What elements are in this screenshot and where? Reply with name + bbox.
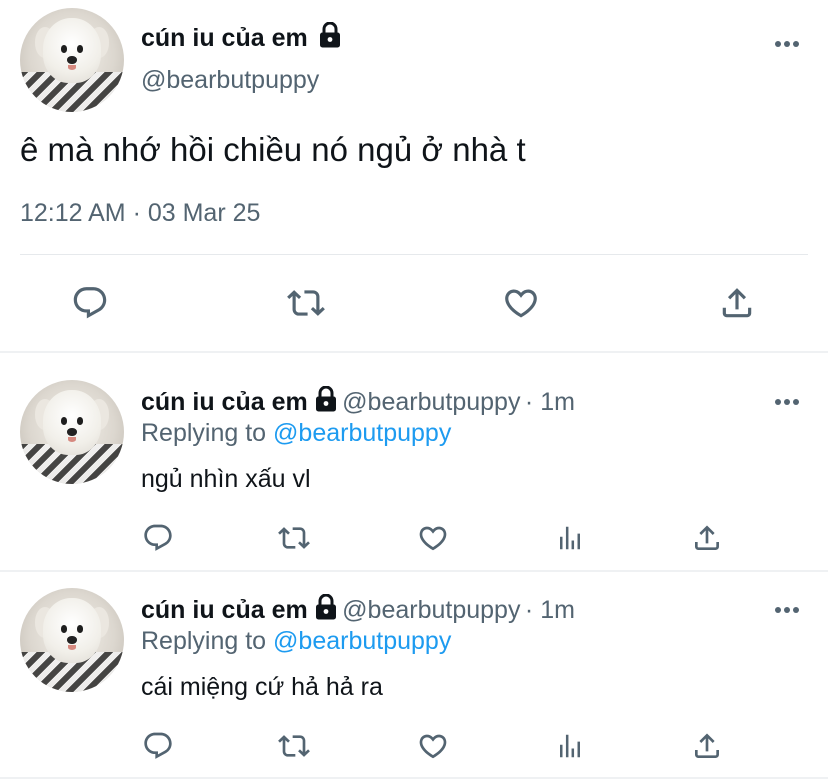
- lock-icon: [314, 593, 338, 625]
- like-icon[interactable]: [416, 730, 450, 767]
- more-options-icon[interactable]: [774, 394, 800, 412]
- share-icon[interactable]: [718, 284, 756, 327]
- tweet-text: ê mà nhớ hồi chiều nó ngủ ở nhà t: [20, 131, 526, 168]
- replying-to-label: Replying to: [141, 419, 274, 447]
- reply-icon[interactable]: [142, 522, 174, 559]
- replying-to: Replying to @bearbutpuppy: [141, 627, 451, 656]
- mention-link[interactable]: @bearbutpuppy: [273, 627, 451, 655]
- mention-link[interactable]: @bearbutpuppy: [273, 419, 451, 447]
- display-name[interactable]: cún iu của em: [141, 596, 308, 624]
- retweet-icon[interactable]: [276, 522, 312, 559]
- section-divider: [0, 777, 828, 779]
- avatar[interactable]: [20, 588, 124, 692]
- handle[interactable]: @bearbutpuppy: [141, 66, 319, 95]
- share-icon[interactable]: [691, 730, 723, 767]
- lock-icon: [314, 385, 338, 417]
- avatar[interactable]: [20, 8, 124, 112]
- reply-icon[interactable]: [142, 730, 174, 767]
- replying-to-label: Replying to: [141, 627, 274, 655]
- share-icon[interactable]: [691, 522, 723, 559]
- divider: [20, 254, 808, 255]
- section-divider: [0, 570, 828, 572]
- retweet-icon[interactable]: [276, 730, 312, 767]
- replying-to: Replying to @bearbutpuppy: [141, 419, 451, 448]
- like-icon[interactable]: [501, 284, 541, 327]
- handle[interactable]: @bearbutpuppy: [342, 388, 520, 416]
- relative-time[interactable]: · 1m: [525, 388, 575, 416]
- tweet-text: cái miệng cứ hả hả ra: [141, 673, 383, 701]
- section-divider: [0, 351, 828, 353]
- lock-icon: [318, 21, 342, 53]
- tweet-text: ngủ nhìn xấu vl: [141, 465, 311, 493]
- timestamp[interactable]: 12:12 AM · 03 Mar 25: [20, 199, 260, 228]
- analytics-icon[interactable]: [555, 522, 585, 559]
- like-icon[interactable]: [416, 522, 450, 559]
- analytics-icon[interactable]: [555, 730, 585, 767]
- reply-icon[interactable]: [71, 284, 109, 327]
- more-options-icon[interactable]: [774, 602, 800, 620]
- avatar[interactable]: [20, 380, 124, 484]
- handle[interactable]: @bearbutpuppy: [342, 596, 520, 624]
- display-name[interactable]: cún iu của em: [141, 388, 308, 416]
- more-options-icon[interactable]: [774, 36, 800, 54]
- retweet-icon[interactable]: [285, 284, 327, 327]
- relative-time[interactable]: · 1m: [525, 596, 575, 624]
- display-name[interactable]: cún iu của em: [141, 24, 308, 52]
